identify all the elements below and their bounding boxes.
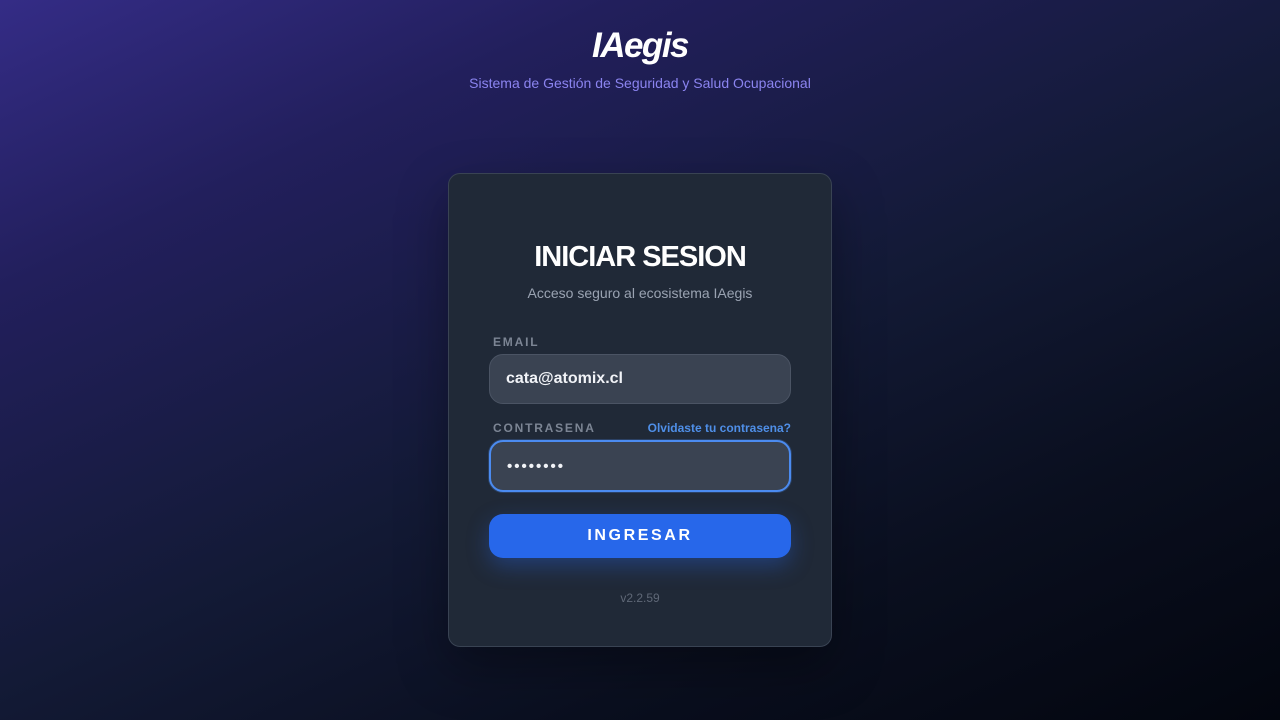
brand-subtitle: Sistema de Gestión de Seguridad y Salud … — [469, 75, 811, 91]
brand-logo: IAegis — [591, 26, 690, 65]
login-subtitle: Acceso seguro al ecosistema IAegis — [527, 285, 753, 301]
password-input[interactable] — [489, 440, 791, 492]
version-label: v2.2.59 — [620, 591, 660, 605]
email-label: EMAIL — [493, 335, 540, 349]
brand-header: IAegis Sistema de Gestión de Seguridad y… — [0, 26, 1280, 92]
email-input[interactable] — [489, 354, 791, 404]
password-label: CONTRASENA — [493, 421, 596, 435]
forgot-password-link[interactable]: Olvidaste tu contrasena? — [648, 421, 791, 435]
login-title: INICIAR SESION — [534, 241, 747, 273]
login-submit-button[interactable]: INGRESAR — [489, 514, 791, 558]
login-card: INICIAR SESION Acceso seguro al ecosiste… — [448, 173, 832, 647]
